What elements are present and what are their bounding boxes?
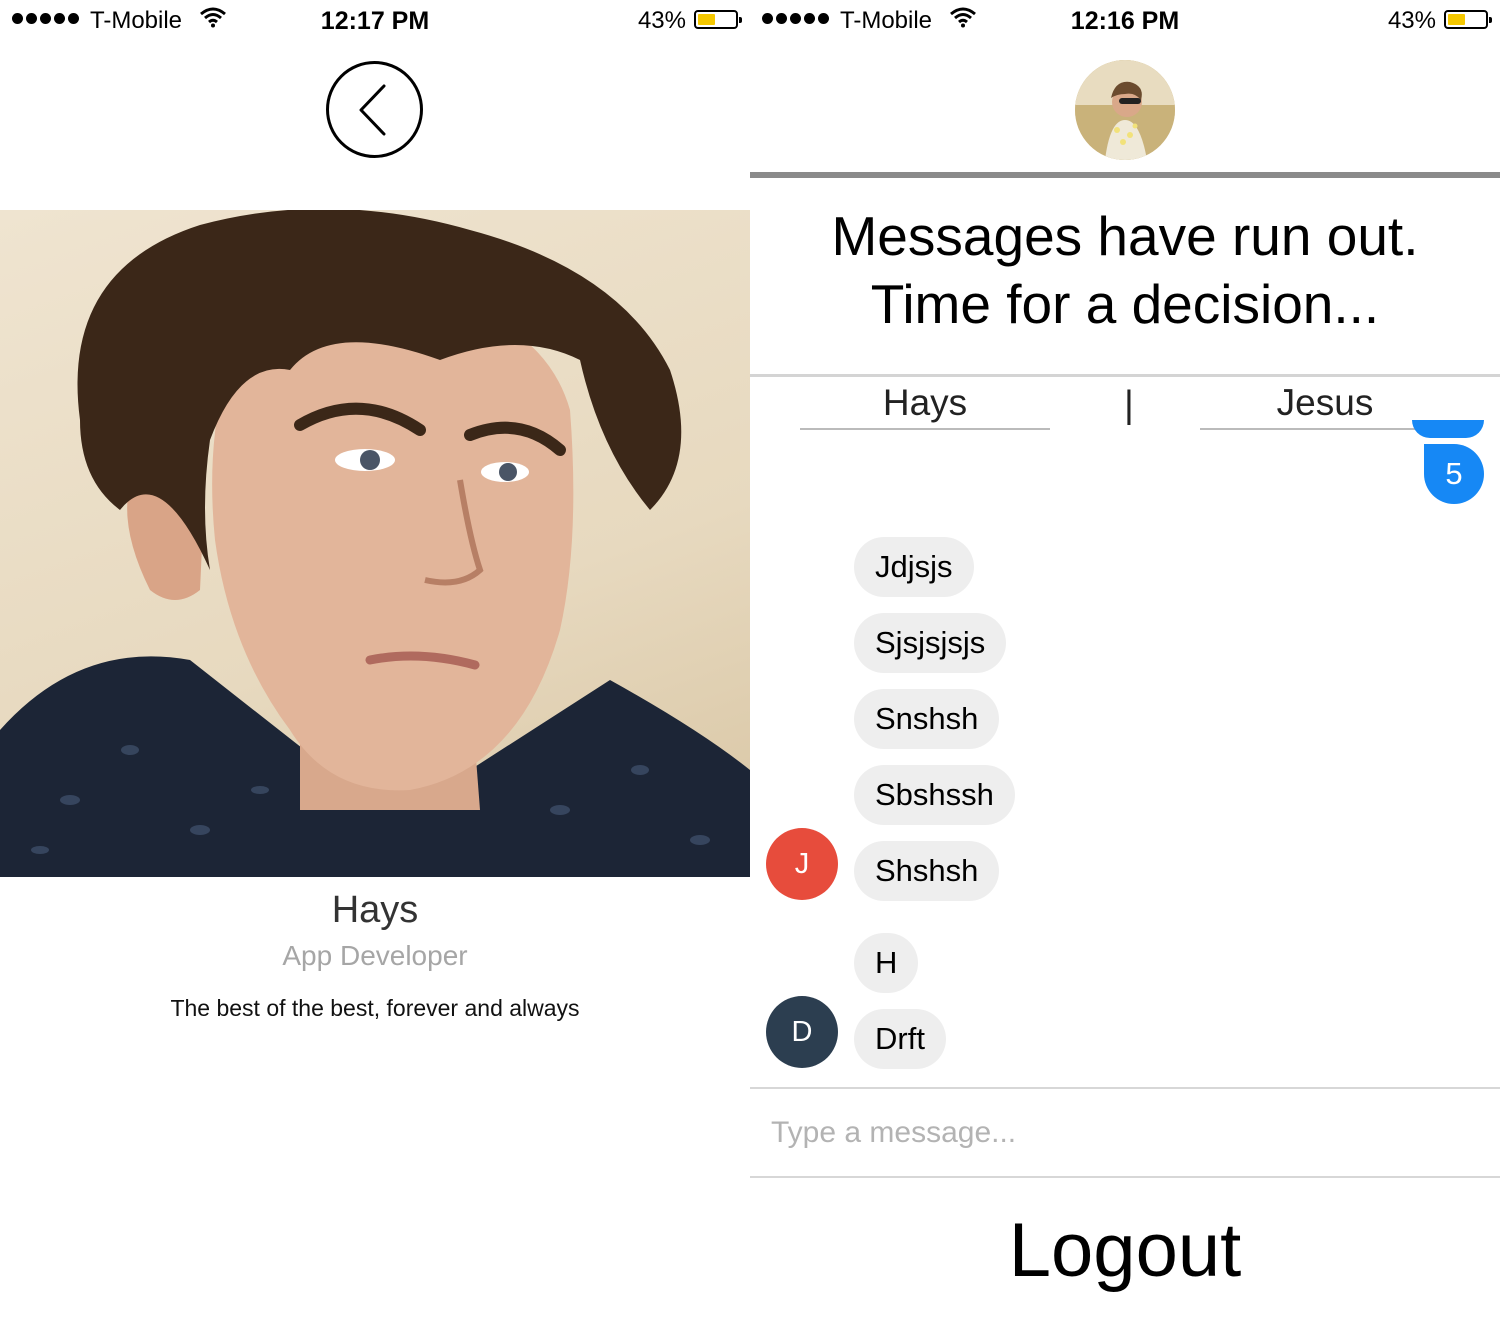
chevron-left-icon [359, 84, 386, 136]
battery-percent: 43% [637, 7, 686, 34]
match-avatar[interactable] [1075, 60, 1175, 160]
sender-avatar-d[interactable]: D [766, 996, 838, 1068]
profile-role: App Developer [282, 940, 468, 971]
message-input[interactable] [750, 1090, 1500, 1176]
message-bubble: Sbshssh [854, 765, 1015, 825]
message-bubble: Jdjsjs [854, 537, 974, 597]
logout-button[interactable]: Logout [950, 1196, 1300, 1306]
profile-name: Hays [331, 889, 419, 931]
message-bubble: H [854, 933, 919, 993]
decision-headline: Messages have run out. Time for a decisi… [750, 202, 1500, 338]
battery-icon [1444, 10, 1492, 29]
header-divider [750, 172, 1500, 178]
battery-percent: 43% [1387, 7, 1436, 34]
back-button[interactable] [326, 61, 423, 158]
profile-screen: T-Mobile 12:17 PM 43% Hays App Developer… [0, 0, 750, 1334]
choose-hays-button[interactable]: Hays [800, 382, 1050, 430]
composer-divider [750, 1176, 1500, 1178]
chat-screen: T-Mobile 12:16 PM 43% Messages have run … [750, 0, 1500, 1334]
battery-icon [694, 10, 742, 29]
status-bar: T-Mobile 12:16 PM 43% [750, 0, 1500, 40]
status-bar: T-Mobile 12:17 PM 43% [0, 0, 750, 40]
message-bubble: Snshsh [854, 689, 1000, 749]
choice-separator: | [1124, 384, 1134, 426]
profile-photo [0, 210, 750, 877]
headline-divider [750, 374, 1500, 377]
composer-divider [750, 1087, 1500, 1089]
message-bubble: Sjsjsjsjs [854, 613, 1007, 673]
outgoing-message-bubble [1412, 420, 1484, 438]
message-bubble: Shshsh [854, 841, 1000, 901]
message-bubble: Drft [854, 1009, 946, 1069]
profile-bio: The best of the best, forever and always [170, 995, 580, 1021]
headline-line-1: Messages have run out. [831, 205, 1419, 267]
outgoing-message-bubble: 5 [1424, 444, 1484, 504]
sender-avatar-j[interactable]: J [766, 828, 838, 900]
headline-line-2: Time for a decision... [870, 273, 1380, 335]
